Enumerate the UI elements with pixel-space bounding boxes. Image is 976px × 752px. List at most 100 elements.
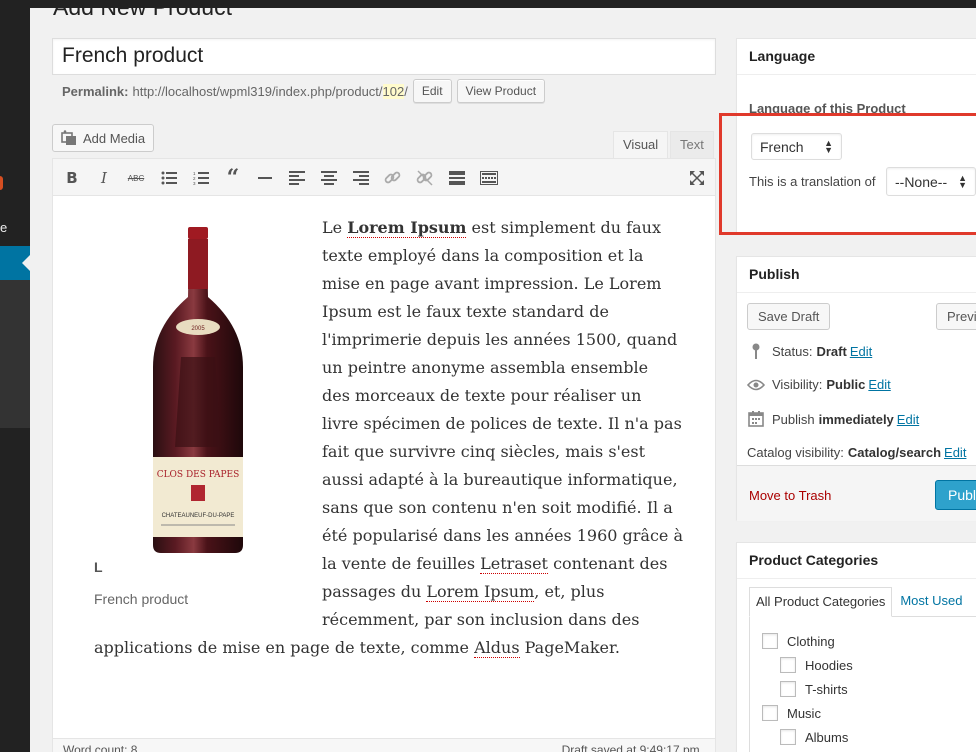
publish-date-row: Publish immediately Edit: [747, 411, 919, 427]
status-edit-link[interactable]: Edit: [850, 344, 872, 359]
eye-icon: [747, 379, 765, 391]
read-more-icon[interactable]: [446, 167, 468, 189]
publish-button[interactable]: Publish: [935, 480, 976, 510]
language-box-title[interactable]: Language: [737, 39, 976, 75]
svg-text:CHATEAUNEUF-DU-PAPE: CHATEAUNEUF-DU-PAPE: [162, 513, 235, 519]
wine-bottle-image[interactable]: 2005 CLOS DES PAPES CHATEAUNEUF-DU-PAPE: [151, 227, 245, 553]
paragraph-line: applications de mise en page de texte, c…: [94, 638, 620, 658]
category-item[interactable]: T-shirts: [780, 681, 848, 697]
spellcheck-word: Letraset: [480, 554, 548, 574]
tab-most-used[interactable]: Most Used: [892, 587, 970, 617]
align-right-icon[interactable]: [350, 167, 372, 189]
publish-date-label: Publish: [772, 411, 815, 427]
strikethrough-icon[interactable]: ABC: [125, 167, 147, 189]
horizontal-rule-icon[interactable]: [254, 167, 276, 189]
text-segment: est simplement du faux: [466, 218, 661, 237]
image-caption[interactable]: French product: [94, 591, 188, 607]
page-title: Add New Product: [53, 0, 232, 20]
checkbox[interactable]: [780, 681, 796, 697]
status-label: Status:: [772, 343, 813, 359]
caption-letter: L: [94, 559, 103, 575]
category-item[interactable]: Albums: [780, 729, 848, 745]
publish-date-edit-link[interactable]: Edit: [897, 412, 919, 427]
visibility-edit-link[interactable]: Edit: [868, 377, 890, 392]
add-media-button[interactable]: Add Media: [52, 124, 155, 152]
svg-text:3: 3: [193, 181, 196, 185]
catalog-visibility-row: Catalog visibility: Catalog/search Edit: [747, 445, 966, 460]
link-icon[interactable]: [382, 167, 404, 189]
catalog-visibility-edit-link[interactable]: Edit: [944, 445, 966, 460]
align-center-icon[interactable]: [318, 167, 340, 189]
permalink-label: Permalink:: [62, 83, 129, 99]
view-product-button[interactable]: View Product: [456, 79, 546, 103]
text-segment: Le: [322, 218, 348, 237]
paragraph-line: texte employé dans la composition et la: [322, 246, 644, 265]
svg-text:CLOS DES PAPES: CLOS DES PAPES: [157, 470, 240, 480]
text-segment: passages du: [322, 582, 427, 601]
category-tabs: All Product Categories Most Used: [749, 587, 970, 617]
text-segment: PageMaker.: [519, 638, 620, 657]
text-segment: , et, plus: [534, 582, 605, 601]
unlink-icon[interactable]: [414, 167, 436, 189]
permalink-edit-button[interactable]: Edit: [412, 79, 452, 103]
editor-content[interactable]: 2005 CLOS DES PAPES CHATEAUNEUF-DU-PAPE …: [53, 197, 715, 742]
category-checklist: Clothing Hoodies T-shirts Music Albums: [749, 616, 976, 752]
paragraph-line: sans que son contenu n'en soit modifié. …: [322, 498, 673, 517]
paragraph-line: passages du Lorem Ipsum, et, plus: [322, 582, 605, 602]
permalink-trail: /: [404, 83, 408, 99]
product-categories-box: Product Categories All Product Categorie…: [736, 542, 976, 752]
preview-button[interactable]: Preview: [936, 303, 976, 330]
tab-all-categories[interactable]: All Product Categories: [749, 587, 893, 617]
menu-item-clipped[interactable]: e: [0, 220, 8, 235]
checkbox[interactable]: [762, 705, 778, 721]
spellcheck-word: Lorem Ipsum: [426, 582, 535, 602]
tab-visual[interactable]: Visual: [613, 131, 669, 159]
text-segment: contenant des: [547, 554, 668, 573]
permalink-base: http://localhost/wpml319/index.php/produ…: [132, 83, 383, 99]
paragraph-line: des morceaux de texte pour réaliser un: [322, 386, 642, 405]
paragraph-line: fait que survivre cinq siècles, mais s'e…: [322, 442, 646, 461]
bullet-list-icon[interactable]: [158, 167, 180, 189]
paragraph-line: la vente de feuilles Letraset contenant …: [322, 554, 668, 574]
permalink-row: Permalink: http://localhost/wpml319/inde…: [62, 79, 546, 103]
move-to-trash-link[interactable]: Move to Trash: [749, 488, 831, 503]
paragraph-line: Le Lorem Ipsum est simplement du faux: [322, 218, 661, 238]
category-label: T-shirts: [805, 681, 848, 697]
paragraph-line: Ipsum est le faux texte standard de: [322, 302, 609, 321]
permalink-slug[interactable]: 102: [382, 83, 405, 99]
highlight-annotation: [719, 113, 976, 235]
pin-icon: [747, 343, 765, 359]
visibility-label: Visibility:: [772, 377, 823, 392]
tab-text[interactable]: Text: [670, 131, 714, 159]
checkbox[interactable]: [762, 633, 778, 649]
fullscreen-icon[interactable]: [686, 167, 708, 189]
draft-saved-status: Draft saved at 9:49:17 pm.: [561, 743, 703, 752]
toolbar-toggle-icon[interactable]: [478, 167, 500, 189]
status-row: Status: Draft Edit: [747, 343, 872, 359]
save-draft-button[interactable]: Save Draft: [747, 303, 831, 330]
product-categories-title[interactable]: Product Categories: [737, 543, 976, 579]
publish-box-title[interactable]: Publish: [737, 257, 976, 293]
numbered-list-icon[interactable]: 123: [190, 167, 212, 189]
editor-toolbar: B I ABC 123 “: [53, 159, 715, 196]
align-left-icon[interactable]: [286, 167, 308, 189]
catalog-visibility-label: Catalog visibility:: [747, 445, 844, 460]
media-icon: [61, 130, 77, 146]
category-item[interactable]: Clothing: [762, 633, 835, 649]
category-item[interactable]: Music: [762, 705, 821, 721]
bold-icon[interactable]: B: [61, 167, 83, 189]
text-segment: la vente de feuilles: [322, 554, 481, 573]
category-label: Albums: [805, 729, 849, 745]
checkbox[interactable]: [780, 729, 796, 745]
title-input[interactable]: French product: [52, 38, 716, 75]
category-label: Clothing: [787, 633, 835, 649]
checkbox[interactable]: [780, 657, 796, 673]
category-item[interactable]: Hoodies: [780, 657, 853, 673]
italic-icon[interactable]: I: [93, 167, 115, 189]
spellcheck-word: Lorem Ipsum: [347, 218, 467, 238]
visibility-value: Public: [826, 377, 866, 392]
catalog-visibility-value: Catalog/search: [847, 445, 942, 460]
blockquote-icon[interactable]: “: [222, 165, 244, 191]
menu-item-active[interactable]: [0, 246, 30, 280]
calendar-icon: [747, 411, 765, 427]
